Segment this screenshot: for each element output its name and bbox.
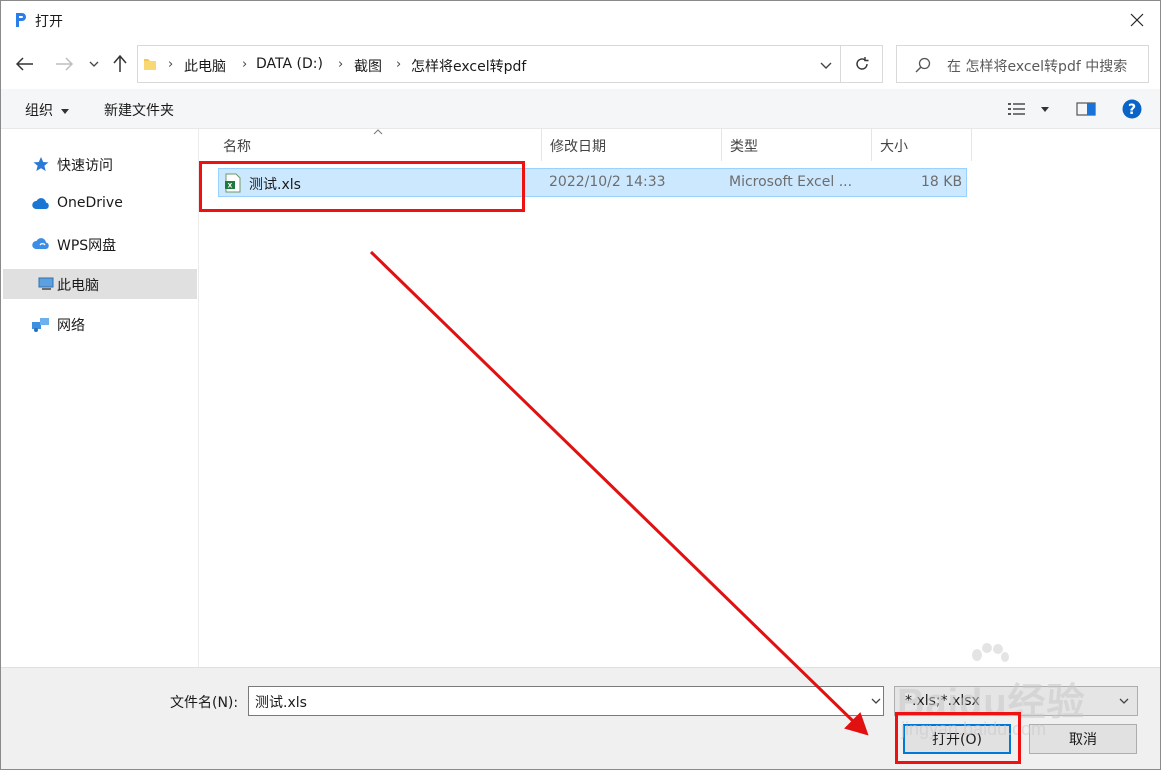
filename-value: 测试.xls	[255, 695, 307, 711]
sidebar-item-label: WPS网盘	[57, 238, 117, 254]
column-header-name[interactable]: 名称	[215, 129, 542, 161]
open-button-label: 打开(O)	[932, 732, 982, 748]
close-icon	[1130, 13, 1144, 27]
chevron-down-icon	[89, 61, 99, 67]
sidebar-item-label: 网络	[57, 318, 85, 334]
file-row[interactable]: X 测试.xls 2022/10/2 14:33 Microsoft Excel…	[218, 168, 967, 197]
chevron-down-icon	[1119, 698, 1129, 704]
refresh-button[interactable]	[841, 45, 883, 83]
title-bar: 打开	[1, 1, 1160, 39]
column-header-label: 修改日期	[550, 139, 606, 155]
filename-input[interactable]: 测试.xls	[248, 686, 884, 716]
sidebar-item-label: 此电脑	[57, 278, 99, 294]
svg-text:?: ?	[1128, 102, 1136, 118]
address-history-button[interactable]	[820, 58, 832, 74]
svg-text:X: X	[228, 183, 233, 190]
help-icon: ?	[1122, 99, 1142, 119]
recent-locations-button[interactable]	[83, 51, 105, 77]
navigation-pane: 快速访问 OneDrive WPS网盘 此电脑 网络	[1, 129, 199, 667]
file-modified: 2022/10/2 14:33	[549, 174, 666, 190]
command-toolbar: 组织 新建文件夹 ?	[1, 89, 1160, 129]
chevron-down-icon	[820, 62, 832, 69]
new-folder-label: 新建文件夹	[104, 103, 174, 119]
network-icon	[32, 318, 49, 332]
arrow-left-icon	[16, 57, 33, 71]
breadcrumb-this-pc[interactable]: 此电脑	[184, 56, 226, 76]
file-type: Microsoft Excel ...	[729, 174, 853, 190]
sidebar-item-quick-access[interactable]: 快速访问	[3, 149, 197, 179]
computer-icon	[38, 277, 54, 290]
column-header-type[interactable]: 类型	[722, 129, 872, 161]
filename-label: 文件名(N):	[170, 695, 239, 711]
details-view-icon	[1008, 103, 1025, 115]
preview-pane-button[interactable]	[1076, 101, 1096, 121]
sidebar-item-onedrive[interactable]: OneDrive	[3, 189, 197, 219]
wps-pdf-icon	[16, 13, 26, 27]
up-button[interactable]	[107, 51, 133, 77]
close-button[interactable]	[1114, 1, 1160, 39]
chevron-right-icon: ›	[396, 57, 402, 72]
organize-menu-button[interactable]: 组织	[25, 100, 70, 120]
open-button[interactable]: 打开(O)	[903, 724, 1011, 754]
column-header-size[interactable]: 大小	[872, 129, 972, 161]
dialog-footer: 文件名(N): 测试.xls *.xls;*.xlsx 打开(O) 取消	[1, 667, 1160, 769]
chevron-right-icon: ›	[242, 57, 248, 72]
excel-file-icon: X	[225, 173, 241, 193]
cloud-icon	[32, 238, 49, 249]
sidebar-item-network[interactable]: 网络	[3, 309, 197, 339]
sidebar-item-label: 快速访问	[57, 158, 113, 174]
cancel-button[interactable]: 取消	[1029, 724, 1137, 754]
organize-label: 组织	[25, 103, 53, 119]
column-header-label: 名称	[223, 139, 251, 155]
address-bar[interactable]: › 此电脑 › DATA (D:) › 截图 › 怎样将excel转pdf	[137, 45, 841, 83]
file-list: 名称 修改日期 类型 大小 X 测试.xls 2022/10/2 14:33 M…	[200, 129, 1160, 667]
chevron-right-icon: ›	[168, 57, 174, 72]
search-placeholder: 在 怎样将excel转pdf 中搜索	[947, 59, 1128, 75]
file-name: 测试.xls	[249, 177, 301, 193]
folder-icon	[144, 59, 156, 70]
chevron-right-icon: ›	[338, 57, 344, 72]
file-type-select[interactable]: *.xls;*.xlsx	[894, 686, 1138, 716]
caret-down-icon	[61, 108, 70, 114]
sidebar-item-wps-cloud[interactable]: WPS网盘	[3, 229, 197, 259]
breadcrumb-current-folder[interactable]: 怎样将excel转pdf	[411, 56, 526, 76]
file-type-value: *.xls;*.xlsx	[905, 693, 980, 709]
chevron-down-icon	[871, 698, 881, 704]
refresh-icon	[855, 57, 868, 70]
open-file-dialog: 打开 › 此电脑 › DATA (D:) › 截图 › 怎样将excel转pdf…	[0, 0, 1161, 770]
search-icon	[915, 57, 931, 73]
new-folder-button[interactable]: 新建文件夹	[104, 100, 174, 120]
cancel-button-label: 取消	[1069, 732, 1097, 748]
forward-button[interactable]	[51, 51, 77, 77]
arrow-right-icon	[56, 57, 73, 71]
cloud-icon	[32, 198, 49, 209]
view-options-button[interactable]	[1007, 101, 1051, 117]
filename-history-button[interactable]	[867, 687, 885, 715]
preview-pane-icon	[1076, 102, 1096, 116]
column-header-label: 大小	[880, 139, 908, 155]
file-size: 18 KB	[921, 174, 963, 190]
help-button[interactable]: ?	[1122, 99, 1142, 123]
star-icon	[33, 157, 49, 171]
search-input[interactable]: 在 怎样将excel转pdf 中搜索	[896, 45, 1149, 83]
sidebar-item-label: OneDrive	[57, 195, 123, 211]
back-button[interactable]	[12, 51, 38, 77]
breadcrumb-screenshots[interactable]: 截图	[354, 56, 382, 76]
sidebar-item-this-pc[interactable]: 此电脑	[3, 269, 197, 299]
column-header-label: 类型	[730, 139, 758, 155]
column-header-modified[interactable]: 修改日期	[542, 129, 722, 161]
window-title: 打开	[35, 14, 63, 30]
breadcrumb-data-drive[interactable]: DATA (D:)	[256, 56, 323, 72]
arrow-up-icon	[113, 55, 127, 72]
caret-down-icon	[1041, 107, 1049, 112]
